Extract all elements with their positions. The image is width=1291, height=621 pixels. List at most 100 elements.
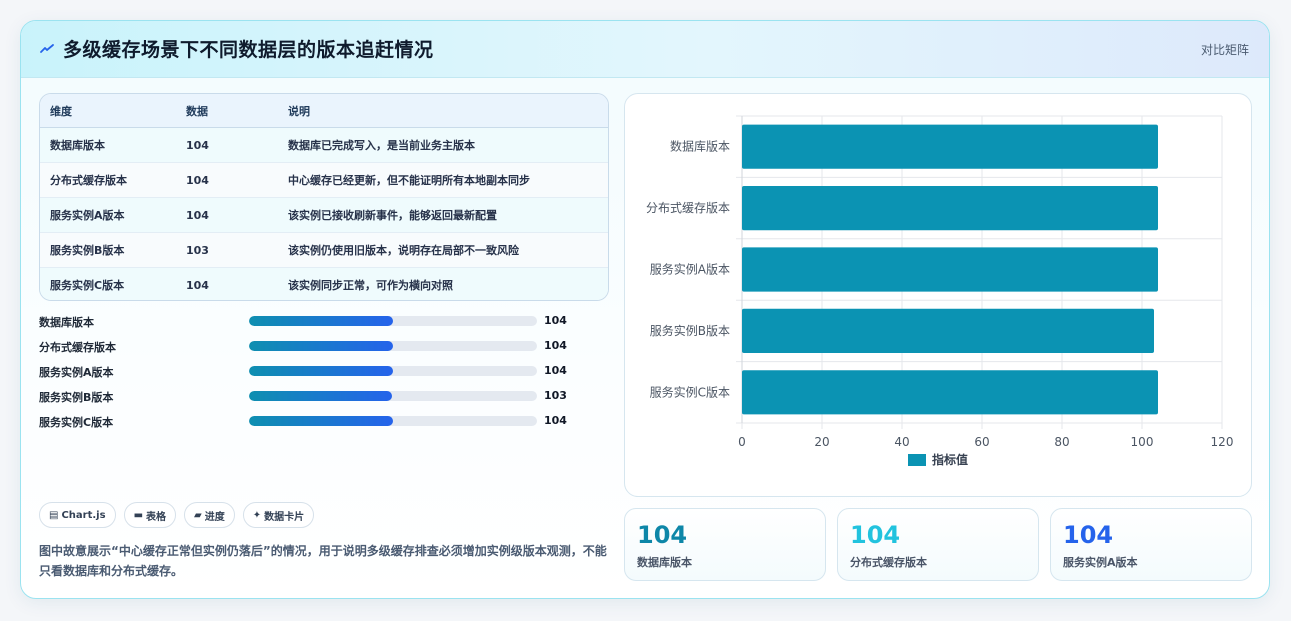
table-cell-description: 该实例已接收刷新事件，能够返回最新配置 bbox=[278, 197, 608, 233]
stat-card: 104 分布式缓存版本 bbox=[837, 508, 1039, 581]
progress-label: 服务实例B版本 bbox=[39, 391, 114, 404]
progress-icon: ▰ bbox=[194, 509, 202, 521]
progress-track bbox=[249, 416, 537, 426]
table-cell-data: 104 bbox=[186, 278, 209, 292]
table-cell-data: 104 bbox=[176, 162, 278, 198]
card-header: 多级缓存场景下不同数据层的版本追赶情况 对比矩阵 bbox=[21, 21, 1269, 78]
progress-value: 104 bbox=[544, 339, 567, 352]
chart-icon: ▤ bbox=[49, 509, 59, 521]
table-cell-dimension: 服务实例B版本 bbox=[40, 232, 176, 268]
table-cell-data: 104 bbox=[176, 127, 278, 163]
progress-fill bbox=[249, 391, 392, 401]
bar bbox=[742, 308, 1154, 354]
stat-label: 服务实例A版本 bbox=[1063, 556, 1138, 569]
table-cell-dimension: 服务实例A版本 bbox=[40, 197, 176, 233]
tag-label: Chart.js bbox=[61, 509, 106, 521]
y-tick-label: 分布式缓存版本 bbox=[646, 201, 730, 215]
progress-fill bbox=[249, 341, 393, 351]
data-table: 维度 数据 说明 数据库版本 104 数据库已完成写入，是当前业务主版本 分布式… bbox=[39, 93, 609, 301]
stat-value: 104 bbox=[850, 521, 901, 549]
description-note: 图中故意展示“中心缓存正常但实例仍落后”的情况，用于说明多级缓存排查必须增加实例… bbox=[39, 544, 607, 578]
stat-label: 数据库版本 bbox=[637, 556, 692, 569]
compare-matrix-link[interactable]: 对比矩阵 bbox=[1201, 41, 1249, 58]
x-tick-label: 0 bbox=[738, 435, 746, 449]
y-tick-label: 服务实例A版本 bbox=[650, 262, 730, 277]
bar bbox=[742, 370, 1158, 415]
table-row: 服务实例B版本 103 该实例仍使用旧版本，说明存在局部不一致风险 bbox=[40, 232, 608, 268]
sparkle-icon: ✦ bbox=[252, 509, 262, 521]
tag-table[interactable]: ▬ 表格 bbox=[123, 502, 177, 528]
progress-fill bbox=[249, 316, 393, 326]
y-tick-label: 服务实例C版本 bbox=[650, 384, 730, 399]
progress-fill bbox=[249, 416, 393, 426]
table-cell-data: 104 bbox=[176, 197, 278, 233]
bar bbox=[742, 247, 1158, 292]
table-header-row: 维度 数据 说明 bbox=[40, 94, 608, 128]
progress-value: 104 bbox=[544, 414, 567, 427]
table-row: 服务实例C版本 104 该实例同步正常，可作为横向对照 bbox=[40, 267, 608, 300]
x-tick-label: 100 bbox=[1131, 435, 1154, 449]
stat-card: 104 数据库版本 bbox=[624, 508, 826, 581]
bar bbox=[742, 185, 1158, 231]
progress-label: 数据库版本 bbox=[39, 316, 94, 329]
tag-label: 数据卡片 bbox=[264, 511, 305, 523]
x-tick-label: 40 bbox=[894, 435, 909, 449]
x-tick-label: 60 bbox=[974, 435, 989, 449]
progress-fill bbox=[249, 366, 393, 376]
progress-label: 分布式缓存版本 bbox=[39, 341, 116, 354]
table-cell-dimension: 服务实例C版本 bbox=[50, 279, 125, 292]
table-cell-dimension: 数据库版本 bbox=[40, 127, 176, 163]
table-cell-description: 该实例仍使用旧版本，说明存在局部不一致风险 bbox=[278, 232, 608, 268]
progress-label: 服务实例A版本 bbox=[39, 366, 114, 379]
zigzag-icon bbox=[40, 44, 54, 53]
dashboard-card: 多级缓存场景下不同数据层的版本追赶情况 对比矩阵 维度 数据 说明 数据库版本 … bbox=[20, 20, 1270, 599]
progress-row: 分布式缓存版本 104 bbox=[39, 336, 599, 361]
progress-track bbox=[249, 366, 537, 376]
y-tick-label: 服务实例B版本 bbox=[650, 323, 730, 338]
progress-label: 服务实例C版本 bbox=[39, 416, 114, 429]
progress-row: 数据库版本 104 bbox=[39, 311, 599, 336]
table-icon: ▬ bbox=[133, 509, 144, 521]
y-tick-label: 数据库版本 bbox=[670, 139, 730, 154]
table-cell-description: 数据库已完成写入，是当前业务主版本 bbox=[278, 127, 608, 163]
progress-row: 服务实例A版本 104 bbox=[39, 361, 599, 386]
tag-list: ▤ Chart.js ▬ 表格 ▰ 进度 ✦ 数据卡片 bbox=[39, 502, 315, 528]
progress-row: 服务实例B版本 103 bbox=[39, 386, 599, 411]
x-tick-label: 20 bbox=[814, 435, 829, 449]
table-cell-description: 该实例同步正常，可作为横向对照 bbox=[288, 279, 453, 292]
progress-list: 数据库版本 104 分布式缓存版本 104 服务实例A版本 104 服务实例B版… bbox=[39, 311, 599, 436]
table-row: 服务实例A版本 104 该实例已接收刷新事件，能够返回最新配置 bbox=[40, 197, 608, 233]
table-cell-data: 103 bbox=[176, 232, 278, 268]
stat-label: 分布式缓存版本 bbox=[850, 556, 927, 569]
stat-value: 104 bbox=[1063, 521, 1114, 549]
x-tick-label: 80 bbox=[1054, 435, 1069, 449]
bar-chart-panel: 0 20 40 60 80 100 120 数据库版本分布式缓存版本 服务实例A版本 服务实例B版… bbox=[624, 93, 1252, 497]
tag-label: 进度 bbox=[204, 511, 225, 523]
progress-value: 104 bbox=[544, 364, 567, 377]
page-title: 多级缓存场景下不同数据层的版本追赶情况 bbox=[63, 39, 434, 61]
bar bbox=[742, 124, 1158, 169]
legend-label: 指标值 bbox=[932, 452, 968, 467]
table-row: 数据库版本 104 数据库已完成写入，是当前业务主版本 bbox=[40, 127, 608, 163]
column-header-data: 数据 bbox=[176, 94, 278, 128]
tag-data-card[interactable]: ✦ 数据卡片 bbox=[242, 502, 315, 528]
progress-track bbox=[249, 316, 537, 326]
progress-track bbox=[249, 341, 537, 351]
progress-row: 服务实例C版本 104 bbox=[39, 411, 599, 436]
table-cell-description: 中心缓存已经更新，但不能证明所有本地副本同步 bbox=[278, 162, 608, 198]
table-row: 分布式缓存版本 104 中心缓存已经更新，但不能证明所有本地副本同步 bbox=[40, 162, 608, 198]
x-tick-label: 120 bbox=[1211, 435, 1234, 449]
column-header-dimension: 维度 bbox=[40, 94, 176, 128]
legend-swatch bbox=[908, 454, 926, 466]
stat-card: 104 服务实例A版本 bbox=[1050, 508, 1252, 581]
stat-value: 104 bbox=[637, 521, 688, 549]
table-cell-dimension: 分布式缓存版本 bbox=[40, 162, 176, 198]
progress-value: 104 bbox=[544, 314, 567, 327]
bar-chart: 0 20 40 60 80 100 120 数据库版本分布式缓存版本服务实例A版本服务实例B版… bbox=[646, 115, 1234, 467]
progress-value: 103 bbox=[544, 389, 567, 402]
progress-track bbox=[249, 391, 537, 401]
tag-progress[interactable]: ▰ 进度 bbox=[184, 502, 235, 528]
tag-label: 表格 bbox=[146, 511, 167, 523]
tag-chartjs[interactable]: ▤ Chart.js bbox=[39, 502, 116, 528]
column-header-description: 说明 bbox=[278, 94, 608, 128]
